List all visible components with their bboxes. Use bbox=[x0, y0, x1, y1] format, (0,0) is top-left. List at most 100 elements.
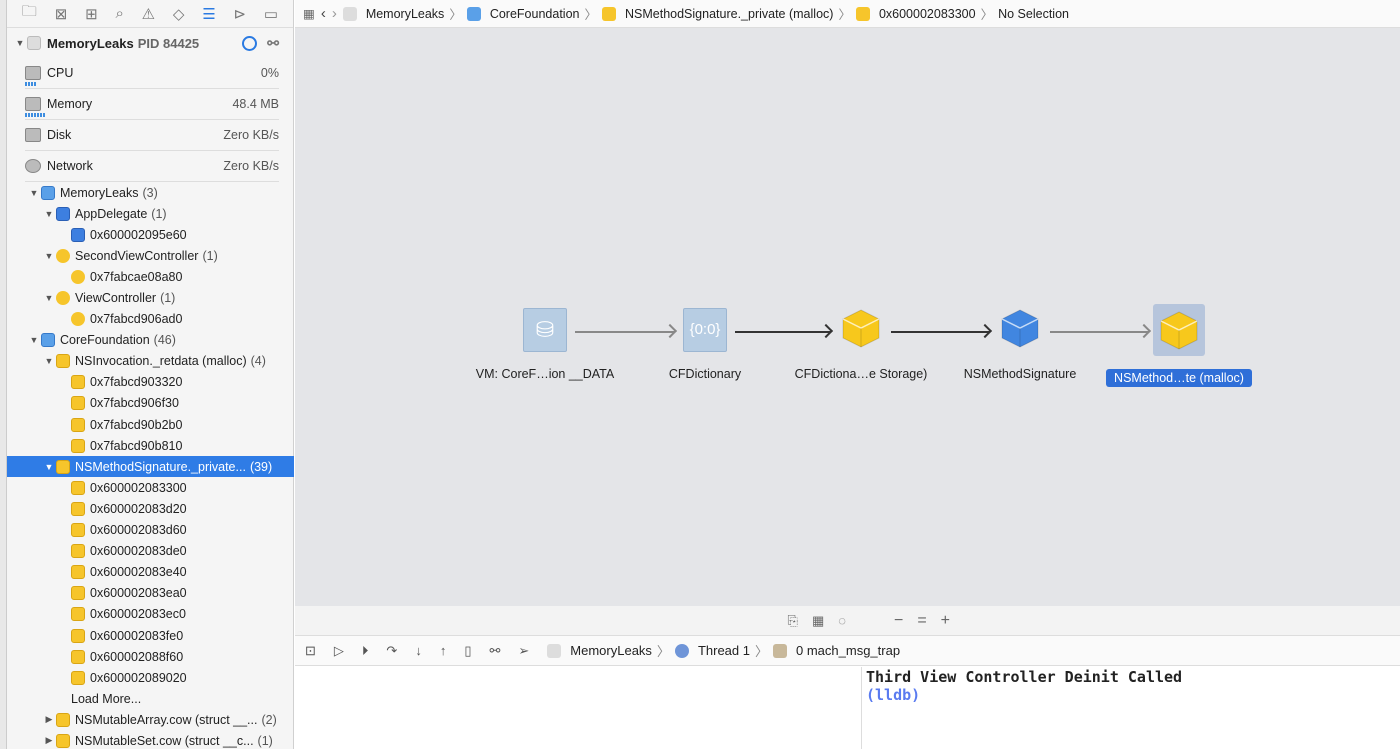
breadcrumb-item[interactable]: NSMethodSignature._private (malloc) bbox=[625, 7, 833, 21]
lldb-prompt: (lldb) bbox=[866, 686, 921, 704]
zoom-out-button[interactable]: − bbox=[894, 612, 903, 630]
disclosure-triangle[interactable]: ▼ bbox=[42, 209, 56, 219]
tree-group[interactable]: ▼ NSInvocation._retdata (malloc) (4) bbox=[7, 351, 294, 372]
gauge-icon[interactable] bbox=[242, 35, 258, 51]
list-item[interactable]: 0x600002083fe0 bbox=[7, 625, 294, 646]
hide-debug-area-icon[interactable]: ⊡ bbox=[305, 643, 316, 659]
breadcrumb-item[interactable]: CoreFoundation bbox=[490, 7, 580, 21]
grid-icon[interactable]: ▦ bbox=[303, 6, 315, 21]
debug-bar: ⊡ ▷ ⏵ ↷ ↓ ↑ ▯ ⚯ ➢ MemoryLeaks 〉 Thread 1 〉… bbox=[295, 636, 1400, 666]
tree-group[interactable]: ▼ MemoryLeaks (3) bbox=[7, 182, 294, 203]
blue-cube-icon bbox=[71, 227, 85, 242]
debug-crumb-frame[interactable]: 0 mach_msg_trap bbox=[796, 643, 900, 658]
debug-icon[interactable]: ☰ bbox=[202, 5, 215, 23]
disclosure-triangle[interactable]: ▶ bbox=[42, 735, 56, 746]
list-item[interactable]: 0x600002083d20 bbox=[7, 498, 294, 519]
disclosure-triangle[interactable]: ▼ bbox=[42, 293, 56, 303]
list-item[interactable]: 0x600002083e40 bbox=[7, 562, 294, 583]
list-item[interactable]: 0x600002089020 bbox=[7, 667, 294, 688]
graph-node[interactable]: NSMethod…te (malloc) bbox=[1089, 304, 1269, 387]
calculator-icon[interactable]: ▦ bbox=[812, 613, 824, 629]
list-item[interactable]: 0x600002083de0 bbox=[7, 541, 294, 562]
tree-label: NSInvocation._retdata (malloc) bbox=[75, 354, 247, 369]
list-item[interactable]: 0x7fabcae08a80 bbox=[7, 266, 294, 287]
step-into-icon[interactable]: ↓ bbox=[415, 643, 422, 658]
warning-icon[interactable]: ⚠ bbox=[142, 5, 155, 23]
step-over-icon[interactable]: ↷ bbox=[386, 643, 397, 659]
tree-label: NSMethodSignature._private... bbox=[75, 459, 246, 474]
back-button[interactable]: ‹ bbox=[321, 5, 326, 22]
zoom-reset-button[interactable]: = bbox=[917, 612, 926, 630]
disclosure-triangle[interactable]: ▶ bbox=[42, 714, 56, 725]
export-icon[interactable]: ⎘ bbox=[788, 613, 798, 629]
tree-group[interactable]: ▼ NSMethodSignature._private... (39) bbox=[7, 456, 294, 478]
list-item[interactable]: 0x7fabcd90b2b0 bbox=[7, 414, 294, 435]
metric-memory[interactable]: Memory 48.4 MB bbox=[25, 89, 279, 120]
memory-graph-icon[interactable]: ⚯ bbox=[267, 35, 279, 52]
source-control-icon[interactable]: ⊠ bbox=[55, 5, 68, 23]
metric-name: Disk bbox=[47, 128, 72, 142]
forward-button[interactable]: › bbox=[332, 5, 337, 22]
tree-label: 0x600002095e60 bbox=[90, 227, 187, 242]
report-icon[interactable]: ▭ bbox=[264, 5, 278, 23]
zoom-in-button[interactable]: + bbox=[941, 612, 950, 630]
list-item[interactable]: 0x7fabcd906ad0 bbox=[7, 309, 294, 330]
list-item[interactable]: 0x600002095e60 bbox=[7, 224, 294, 245]
metric-network[interactable]: Network Zero KB/s bbox=[25, 151, 279, 182]
breadcrumb-item[interactable]: 0x600002083300 bbox=[879, 7, 976, 21]
metric-cpu[interactable]: CPU 0% bbox=[25, 58, 279, 89]
metric-name: Network bbox=[47, 159, 93, 173]
list-item[interactable]: Load More... bbox=[7, 688, 294, 709]
tree-group[interactable]: ▶ NSMutableArray.cow (struct __... (2) bbox=[7, 709, 294, 730]
breakpoint-icon[interactable]: ⊳ bbox=[234, 5, 247, 23]
list-item[interactable]: 0x600002083ea0 bbox=[7, 583, 294, 604]
list-item[interactable]: 0x600002083ec0 bbox=[7, 604, 294, 625]
tree-label: 0x600002083ea0 bbox=[90, 586, 187, 601]
breakpoints-toggle-icon[interactable]: ▷ bbox=[334, 643, 344, 659]
tree-label: 0x600002083d20 bbox=[90, 501, 187, 516]
search-icon[interactable]: ⌕ bbox=[115, 5, 123, 22]
graph-node-label: NSMethodSignature bbox=[963, 367, 1077, 381]
memory-graph-icon[interactable]: ⚯ bbox=[489, 643, 500, 659]
metric-disk[interactable]: Disk Zero KB/s bbox=[25, 120, 279, 151]
tree-group[interactable]: ▼ ViewController (1) bbox=[7, 287, 294, 308]
tree-group[interactable]: ▼ CoreFoundation (46) bbox=[7, 330, 294, 351]
view-debugger-icon[interactable]: ▯ bbox=[464, 643, 471, 659]
list-item[interactable]: 0x7fabcd906f30 bbox=[7, 393, 294, 414]
disclosure-triangle[interactable]: ▼ bbox=[42, 251, 56, 261]
console-output[interactable]: Third View Controller Deinit Called (lld… bbox=[863, 667, 1400, 749]
folder-icon[interactable]: 🗀 bbox=[22, 1, 37, 26]
graph-node[interactable]: CFDictiona…e Storage) bbox=[771, 308, 951, 383]
debug-crumb-app[interactable]: MemoryLeaks bbox=[570, 643, 652, 658]
tree-group[interactable]: ▼ AppDelegate (1) bbox=[7, 203, 294, 224]
list-item[interactable]: 0x600002083300 bbox=[7, 477, 294, 498]
disclosure-triangle[interactable]: ▼ bbox=[13, 38, 27, 48]
tree-label: 0x600002083de0 bbox=[90, 544, 187, 559]
debug-crumb-thread[interactable]: Thread 1 bbox=[698, 643, 750, 658]
disclosure-triangle[interactable]: ▼ bbox=[42, 462, 56, 472]
continue-icon[interactable]: ⏵ bbox=[362, 643, 369, 659]
list-item[interactable]: 0x600002083d60 bbox=[7, 520, 294, 541]
list-item[interactable]: 0x7fabcd90b810 bbox=[7, 435, 294, 456]
list-item[interactable]: 0x600002088f60 bbox=[7, 646, 294, 667]
disclosure-triangle[interactable]: ▼ bbox=[42, 356, 56, 366]
graph-node[interactable]: NSMethodSignature bbox=[930, 308, 1110, 383]
step-out-icon[interactable]: ↑ bbox=[440, 643, 447, 658]
breadcrumb-item[interactable]: MemoryLeaks bbox=[366, 7, 445, 21]
test-icon[interactable]: ◇ bbox=[173, 5, 185, 23]
metric-value: Zero KB/s bbox=[223, 128, 279, 142]
tree-group[interactable]: ▶ NSMutableSet.cow (struct __c... (1) bbox=[7, 730, 294, 751]
variables-view[interactable] bbox=[295, 667, 862, 749]
location-icon[interactable]: ➢ bbox=[518, 643, 529, 659]
yellow-cube-icon bbox=[56, 459, 70, 474]
list-item[interactable]: 0x7fabcd903320 bbox=[7, 372, 294, 393]
disclosure-triangle[interactable]: ▼ bbox=[27, 335, 41, 345]
graph-node[interactable]: ⛁ VM: CoreF…ion __DATA bbox=[455, 308, 635, 383]
hierarchy-icon[interactable]: ⊞ bbox=[85, 5, 98, 23]
process-header[interactable]: ▼ MemoryLeaks PID 84425 ⚯ bbox=[7, 28, 293, 58]
breadcrumb-item[interactable]: No Selection bbox=[998, 7, 1069, 21]
graph-node[interactable]: {0:0} CFDictionary bbox=[615, 308, 795, 383]
focus-icon[interactable]: ◌ bbox=[838, 613, 846, 628]
tree-group[interactable]: ▼ SecondViewController (1) bbox=[7, 245, 294, 266]
disclosure-triangle[interactable]: ▼ bbox=[27, 188, 41, 198]
